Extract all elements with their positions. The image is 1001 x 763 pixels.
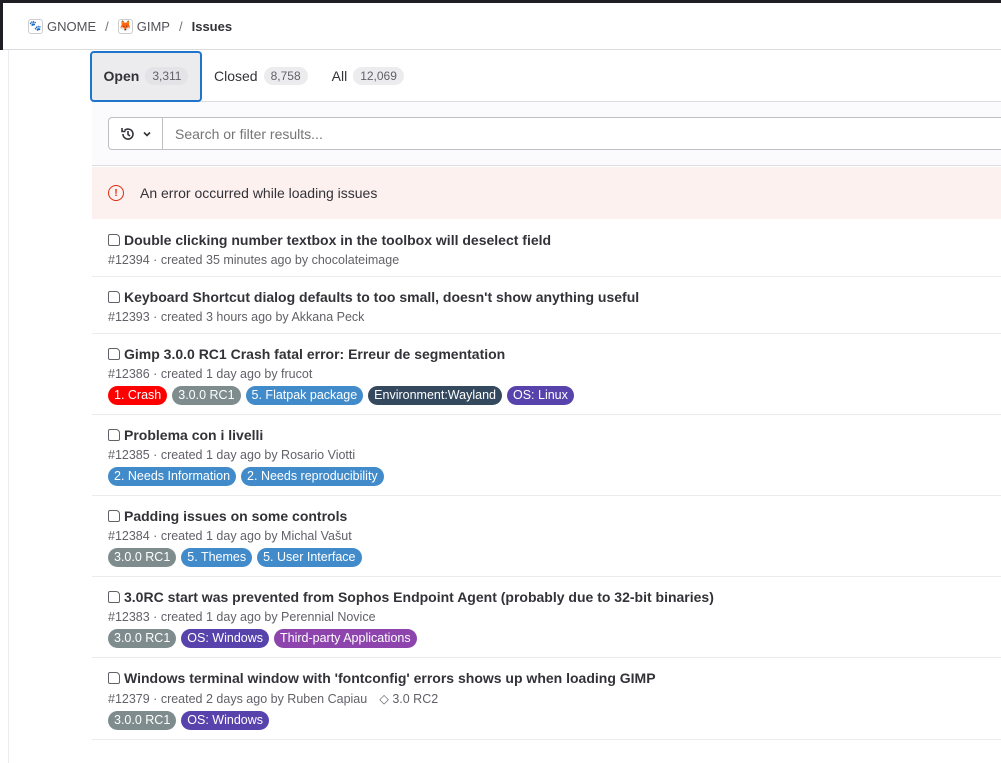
issue-labels: 3.0.0 RC1 OS: Windows Third-party Applicat…	[108, 629, 985, 648]
issue-labels: 2. Needs Information 2. Needs reproducibi…	[108, 467, 985, 486]
issue-label[interactable]: 3.0.0 RC1	[108, 629, 177, 648]
issue-label[interactable]: 1. Crash	[108, 386, 168, 405]
filter-bar	[92, 102, 1001, 166]
gnome-foot-icon: 🐾	[28, 18, 43, 34]
issue-labels: 1. Crash 3.0.0 RC1 5. Flatpak package Envir…	[108, 386, 985, 405]
count-badge: 8,758	[263, 67, 308, 85]
breadcrumb-separator: /	[105, 18, 109, 34]
issue-title-link[interactable]: Padding issues on some controls	[124, 508, 347, 524]
issue-icon	[108, 591, 120, 603]
issue-row: Windows terminal window with 'fontconfig…	[92, 658, 1001, 740]
error-icon: !	[108, 185, 124, 201]
issue-row: Problema con i livelli #12385 · created …	[92, 415, 1001, 496]
issue-row: Keyboard Shortcut dialog defaults to too…	[92, 277, 1001, 334]
gimp-icon: 🦊	[117, 18, 133, 34]
milestone-icon: ◇	[379, 692, 389, 706]
issue-title-link[interactable]: Windows terminal window with 'fontconfig…	[124, 670, 656, 686]
issue-meta: #12383 · created 1 day ago by Perennial …	[108, 610, 376, 624]
history-icon	[120, 127, 134, 140]
issue-label[interactable]: 3.0.0 RC1	[172, 386, 241, 405]
issue-icon	[108, 510, 120, 522]
issue-state-tabs: Open 3,311 Closed 8,758 All 12,069	[90, 50, 1001, 102]
issue-labels: 3.0.0 RC1 5. Themes 5. User Interface	[108, 548, 985, 567]
search-input[interactable]	[162, 117, 1001, 150]
issue-row: 3.0RC start was prevented from Sophos En…	[92, 577, 1001, 658]
tab-closed[interactable]: Closed 8,758	[202, 51, 320, 102]
issue-label[interactable]: 5. Flatpak package	[245, 386, 364, 405]
issue-icon	[108, 291, 120, 303]
issue-label[interactable]: OS: Windows	[181, 629, 269, 648]
issue-labels: 3.0.0 RC1 OS: Windows	[108, 711, 985, 730]
issue-meta: #12384 · created 1 day ago by Michal Vaš…	[108, 529, 352, 543]
count-badge: 12,069	[353, 67, 404, 85]
issue-meta: #12379 · created 2 days ago by Ruben Cap…	[108, 692, 439, 706]
recent-searches-button[interactable]	[108, 117, 163, 150]
issue-title-link[interactable]: 3.0RC start was prevented from Sophos En…	[124, 589, 714, 605]
breadcrumb-gnome[interactable]: 🐾 GNOME	[28, 18, 96, 34]
issue-meta: #12394 · created 35 minutes ago by choco…	[108, 253, 400, 267]
chevron-down-icon	[142, 131, 151, 137]
issue-list: Double clicking number textbox in the to…	[92, 220, 1001, 740]
issue-row: Gimp 3.0.0 RC1 Crash fatal error: Erreur…	[92, 334, 1001, 415]
issue-meta: #12393 · created 3 hours ago by Akkana P…	[108, 310, 365, 324]
issue-label[interactable]: 3.0.0 RC1	[108, 711, 177, 730]
issue-label[interactable]: OS: Linux	[506, 386, 574, 405]
issue-meta: #12385 · created 1 day ago by Rosario Vi…	[108, 448, 356, 462]
issue-label[interactable]: 2. Needs Information	[108, 467, 237, 486]
issue-icon	[108, 672, 120, 684]
issue-label[interactable]: Third-party Applications	[274, 629, 417, 648]
issue-title-link[interactable]: Double clicking number textbox in the to…	[124, 232, 551, 248]
error-alert: ! An error occurred while loading issues	[92, 167, 1001, 219]
issue-row: Padding issues on some controls #12384 ·…	[92, 496, 1001, 577]
breadcrumb-separator: /	[178, 18, 183, 34]
tab-open[interactable]: Open 3,311	[90, 50, 202, 102]
issue-label[interactable]: 3.0.0 RC1	[108, 548, 177, 567]
issue-label[interactable]: 2. Needs reproducibility	[241, 467, 384, 486]
breadcrumb-current: Issues	[191, 18, 233, 34]
issue-icon	[108, 348, 120, 360]
count-badge: 3,311	[145, 67, 189, 85]
breadcrumb-gimp[interactable]: 🦊 GIMP	[117, 18, 170, 34]
issue-icon	[108, 234, 120, 246]
issue-meta: #12386 · created 1 day ago by frucot	[108, 367, 313, 381]
milestone[interactable]: ◇ 3.0 RC2	[379, 692, 438, 706]
issue-title-link[interactable]: Problema con i livelli	[124, 427, 263, 443]
issue-row: Double clicking number textbox in the to…	[92, 220, 1001, 277]
issue-label[interactable]: 5. Themes	[181, 548, 253, 567]
sidebar-divider	[8, 50, 9, 763]
issue-label[interactable]: Environment:Wayland	[368, 386, 502, 405]
issue-label[interactable]: OS: Windows	[181, 711, 269, 730]
issue-icon	[108, 429, 120, 441]
tab-all[interactable]: All 12,069	[320, 51, 416, 102]
issue-title-link[interactable]: Gimp 3.0.0 RC1 Crash fatal error: Erreur…	[124, 346, 505, 362]
issue-title-link[interactable]: Keyboard Shortcut dialog defaults to too…	[124, 289, 639, 305]
breadcrumb: 🐾 GNOME / 🦊 GIMP / Issues	[3, 3, 1001, 50]
issue-label[interactable]: 5. User Interface	[257, 548, 362, 567]
